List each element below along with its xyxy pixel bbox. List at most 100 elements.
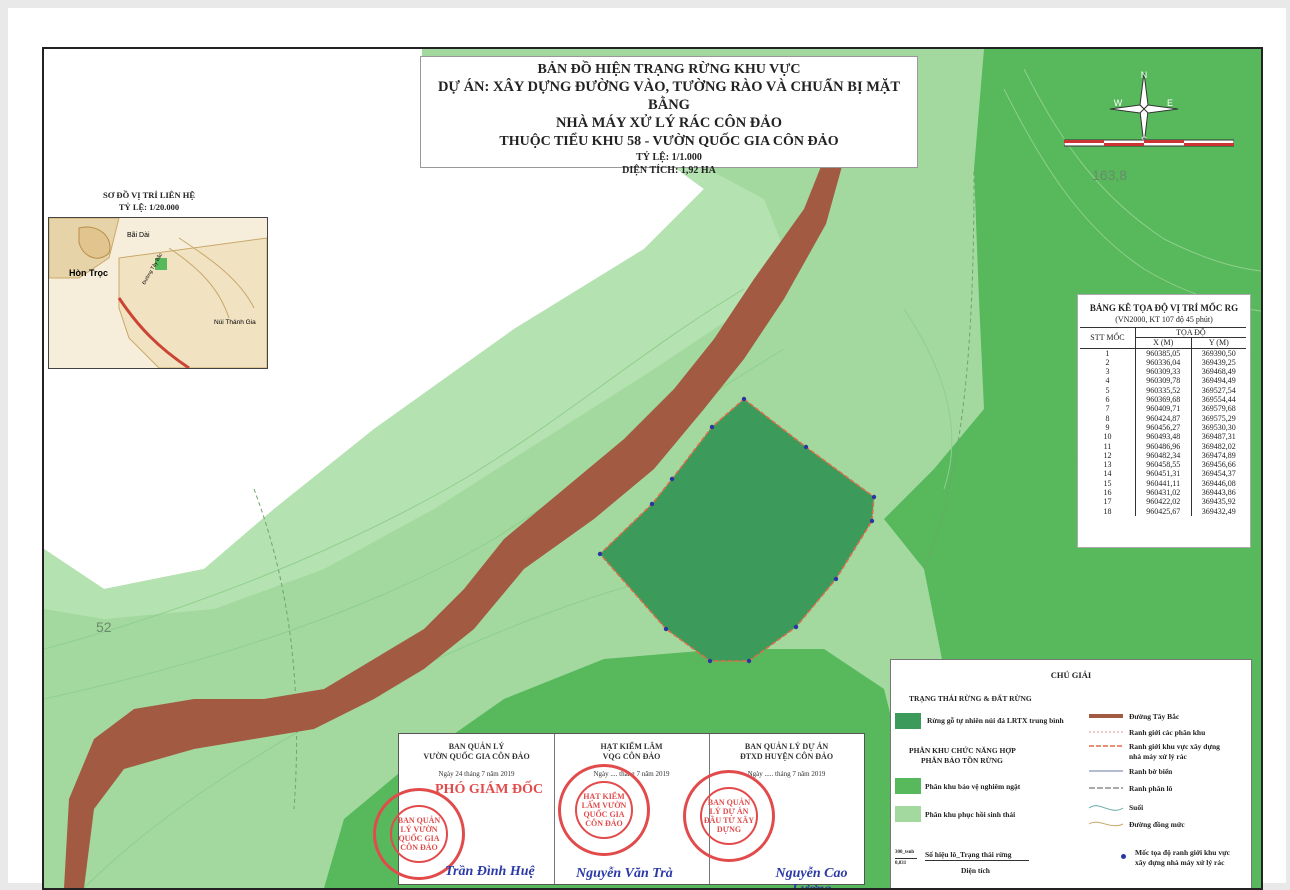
coord-x-cell: 960335,52: [1134, 385, 1192, 396]
coord-row: 14 960451,31 369454,37: [1080, 469, 1246, 479]
coord-y-cell: 369446,08: [1190, 478, 1246, 489]
signature-block: BAN QUẢN LÝ VƯỜN QUỐC GIA CÔN ĐẢO Ngày 2…: [373, 733, 865, 888]
map-sheet: BẢN ĐỒ HIỆN TRẠNG RỪNG KHU VỰC DỰ ÁN: XÂ…: [8, 8, 1286, 890]
sig1-title: PHÓ GIÁM ĐỐC: [435, 782, 544, 797]
inset-place-2: Hòn Trọc: [69, 268, 109, 278]
coord-row: 16 960431,02 369443,86: [1080, 488, 1246, 498]
legend-lot-code: Số hiệu lô_Trạng thái rừng: [925, 850, 1012, 859]
coord-x-cell: 960486,96: [1134, 441, 1192, 451]
inset-place-1: Bãi Dài: [127, 232, 150, 239]
inset-caption-1: SƠ ĐỒ VỊ TRÍ LIÊN HỆ: [102, 190, 196, 200]
legend-restore: Phân khu phục hồi sinh thái: [925, 810, 1016, 819]
compass-rose-icon: N S W E: [1109, 70, 1179, 146]
coord-row: 5 960335,52 369527,54: [1080, 385, 1246, 396]
coord-x-cell: 960451,31: [1134, 469, 1192, 479]
legend-lot-divider: [925, 860, 1029, 861]
coord-table-subtitle: (VN2000, KT 107 độ 45 phút): [1115, 315, 1213, 324]
coord-x-cell: 960336,04: [1134, 357, 1192, 368]
legend-zone-boundary: Ranh giới các phân khu: [1129, 728, 1206, 737]
coord-x-cell: 960422,02: [1134, 497, 1192, 507]
legend-sample-divider: [895, 858, 917, 859]
coord-y-cell: 369579,68: [1190, 404, 1246, 414]
col-y: Y (M): [1190, 337, 1246, 349]
coord-row: 11 960486,96 369482,02: [1080, 441, 1246, 451]
title-line-3: NHÀ MÁY XỬ LÝ RÁC CÔN ĐẢO: [555, 115, 783, 131]
map-frame: BẢN ĐỒ HIỆN TRẠNG RỪNG KHU VỰC DỰ ÁN: XÂ…: [42, 47, 1263, 890]
coordinate-table: STT MỐC TỌA ĐỘ X (M) Y (M) 1 960385,05 369…: [1080, 326, 1246, 516]
coord-x-cell: 960456,27: [1134, 422, 1192, 433]
coord-x-cell: 960493,48: [1134, 432, 1192, 442]
legend-site-boundary-b: nhà máy xử lý rác: [1129, 752, 1187, 761]
legend-road: Đường Tây Bắc: [1129, 712, 1180, 721]
sig2-name: Nguyễn Văn Trà: [576, 866, 673, 881]
inset-caption-2: TỶ LỆ: 1/20.000: [118, 202, 180, 212]
compass-e: E: [1167, 98, 1173, 108]
coord-row: 10 960493,48 369487,31: [1080, 432, 1246, 442]
coord-row: 15 960441,11 369446,08: [1080, 478, 1246, 489]
title-line-1: BẢN ĐỒ HIỆN TRẠNG RỪNG KHU VỰC: [537, 62, 801, 77]
legend-sample-bottom: 0,031: [895, 861, 907, 866]
compass-w: W: [1114, 98, 1123, 108]
scale-bar: [1064, 139, 1234, 147]
legend-marker-a: Mốc tọa độ ranh giới khu vực: [1135, 848, 1230, 857]
coord-stt-cell: 10: [1103, 432, 1112, 442]
plot-number-label: 52: [96, 619, 112, 635]
coord-y-cell: 369435,92: [1190, 497, 1246, 507]
compass-n: N: [1141, 70, 1148, 80]
sig1-org1: BAN QUẢN LÝ: [448, 742, 505, 751]
coord-row: 13 960458,55 369456,66: [1080, 460, 1246, 470]
coord-stt-cell: 2: [1105, 357, 1110, 367]
legend-section-2b: PHÂN BẢO TỒN RỪNG: [921, 756, 1003, 765]
sig3-name: Nguyễn Cao Lương: [775, 866, 848, 890]
coord-stt-cell: 18: [1103, 506, 1112, 516]
sig2-stamp: HẠT KIỂM LÂM VƯỜN QUỐC GIA CÔN ĐẢO: [558, 764, 650, 856]
coord-x-cell: 960409,71: [1134, 404, 1192, 414]
coord-y-cell: 369474,89: [1190, 450, 1246, 461]
coord-x-cell: 960441,11: [1134, 478, 1192, 489]
coord-y-cell: 369456,66: [1190, 460, 1246, 470]
coord-row: 1 960385,05 369390,50: [1080, 347, 1246, 358]
title-area: DIỆN TÍCH: 1,92 HA: [622, 165, 716, 176]
coord-y-cell: 369554,44: [1190, 395, 1246, 405]
coord-y-cell: 369468,49: [1190, 367, 1246, 377]
map-title-box: BẢN ĐỒ HIỆN TRẠNG RỪNG KHU VỰC DỰ ÁN: XÂ…: [420, 56, 918, 176]
coord-stt-cell: 4: [1105, 376, 1110, 386]
inset-location-map: Bãi Dài Hòn Trọc Núi Thánh Gia Đường Tây…: [48, 217, 268, 369]
elevation-label: 163,8: [1092, 167, 1128, 183]
coordinate-rows: 1 960385,05 369390,50 2 960336,04 369439,25 3 9…: [1080, 347, 1246, 516]
legend-site-boundary-a: Ranh giới khu vực xây dựng: [1129, 742, 1220, 751]
coord-y-cell: 369494,49: [1190, 376, 1246, 386]
sig3-org1: BAN QUẢN LÝ DỰ ÁN: [744, 742, 829, 751]
sig2-org2: VQG CÔN ĐẢO: [602, 752, 661, 761]
legend-sample-top: 300_tsnb: [895, 850, 915, 855]
coord-y-cell: 369482,02: [1190, 441, 1246, 451]
legend-stream: Suối: [1129, 803, 1144, 812]
coord-row: 8 960424,87 369575,29: [1080, 413, 1246, 423]
coord-x-cell: 960369,68: [1134, 395, 1192, 405]
coord-stt-cell: 5: [1105, 385, 1110, 395]
coord-table-title: BẢNG KÊ TỌA ĐỘ VỊ TRÍ MỐC RG: [1089, 303, 1239, 313]
signature-col-3: BAN QUẢN LÝ DỰ ÁN ĐTXD HUYỆN CÔN ĐẢO Ngà…: [683, 734, 864, 888]
coord-y-cell: 369390,50: [1190, 347, 1246, 358]
coord-row: 4 960309,78 369494,49: [1080, 376, 1246, 386]
coord-stt-cell: 17: [1103, 497, 1112, 507]
coord-stt-cell: 13: [1103, 460, 1112, 470]
sig1-stamp-text: BAN QUẢN LÝ VƯỜN QUỐC GIA CÔN ĐẢO: [390, 805, 448, 863]
coord-x-cell: 960425,67: [1134, 506, 1192, 516]
legend-lot-area: Diện tích: [961, 866, 990, 875]
coord-stt-cell: 11: [1103, 441, 1112, 451]
coord-x-cell: 960458,55: [1134, 460, 1192, 470]
title-line-4: THUỘC TIỂU KHU 58 - VƯỜN QUỐC GIA CÔN ĐẢ…: [499, 134, 839, 149]
legend-plot-boundary: Ranh phân lô: [1129, 784, 1173, 793]
coordinate-table-box: BẢNG KÊ TỌA ĐỘ VỊ TRÍ MỐC RG (VN2000, KT…: [1077, 294, 1251, 548]
legend-shoreline: Ranh bờ biển: [1129, 767, 1173, 776]
coord-y-cell: 369443,86: [1190, 488, 1246, 498]
coord-x-cell: 960309,78: [1134, 376, 1192, 386]
title-scale: TỶ LỆ: 1/1.000: [636, 152, 702, 163]
coord-y-cell: 369432,49: [1190, 506, 1246, 516]
legend-section-1: TRẠNG THÁI RỪNG & ĐẤT RỪNG: [909, 694, 1032, 703]
coord-y-cell: 369454,37: [1190, 469, 1246, 479]
col-stt: STT MỐC: [1080, 327, 1136, 349]
coord-row: 17 960422,02 369435,92: [1080, 497, 1246, 507]
coord-y-cell: 369527,54: [1190, 385, 1246, 396]
